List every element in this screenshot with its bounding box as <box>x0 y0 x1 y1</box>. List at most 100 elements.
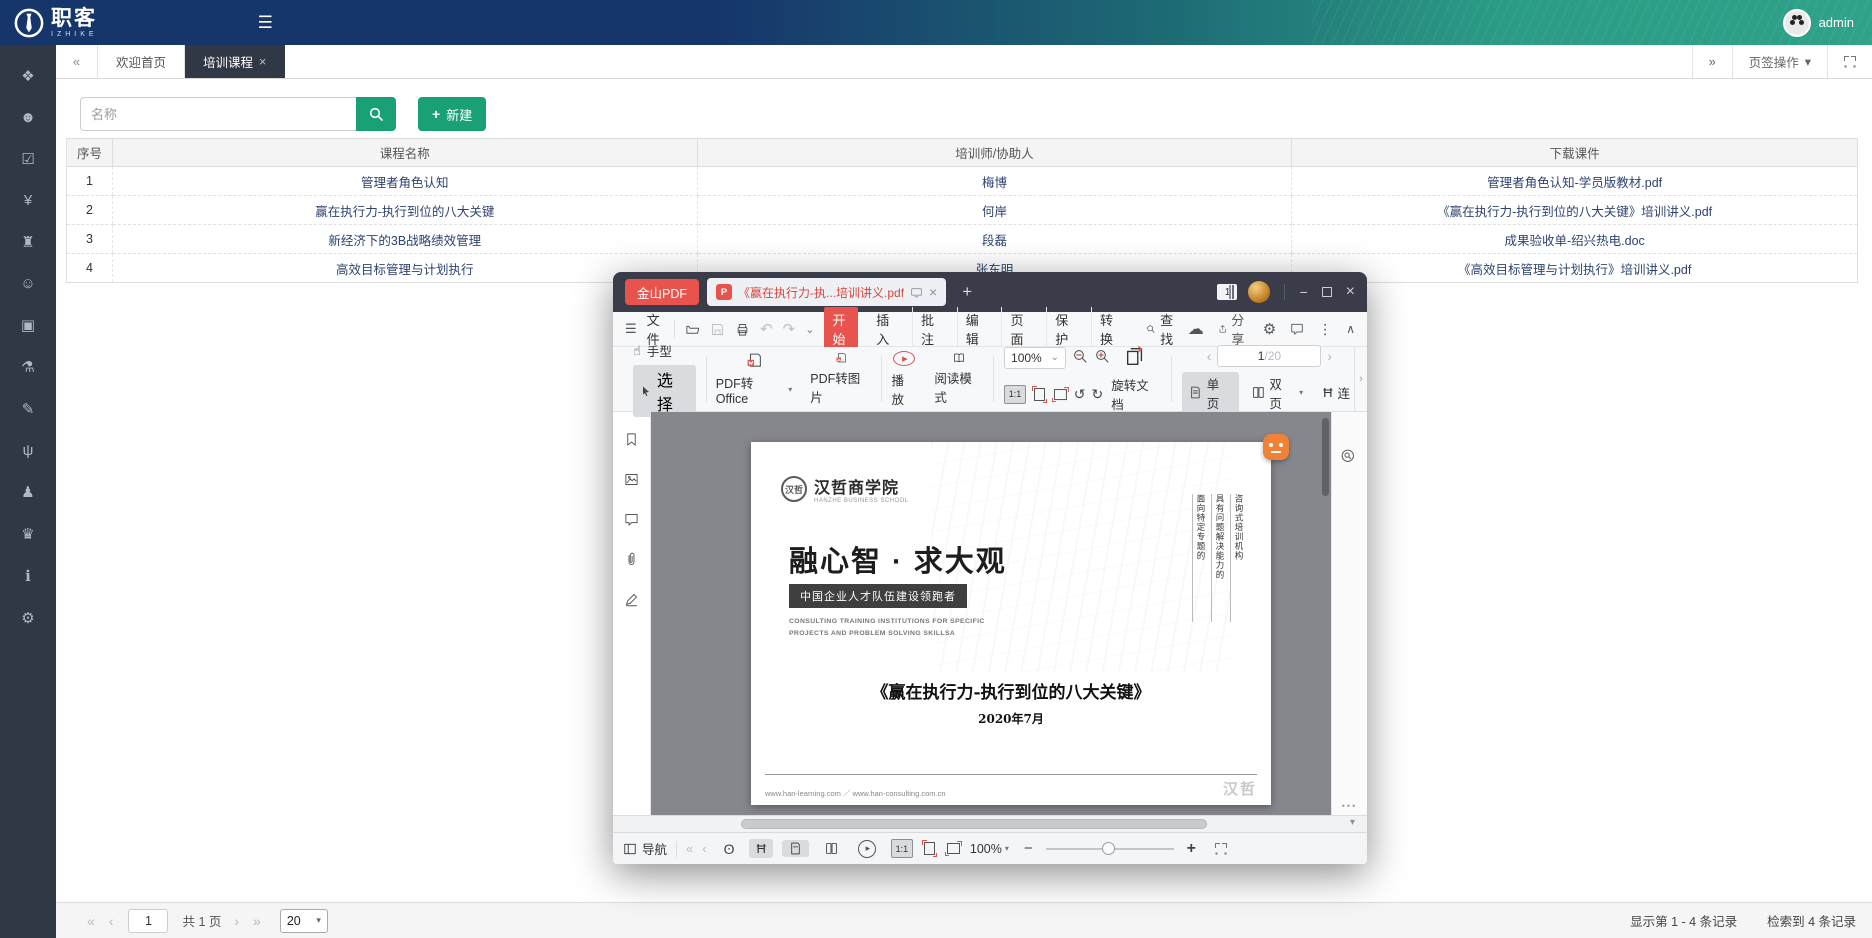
file-menu-icon[interactable]: ☰ <box>625 321 637 337</box>
maximize-icon[interactable] <box>1322 287 1332 297</box>
vertical-scrollbar-thumb[interactable] <box>1322 418 1329 496</box>
read-mode-button[interactable]: 阅读模式 <box>925 352 993 406</box>
select-tool[interactable]: 选择 <box>633 365 696 417</box>
name-search-input[interactable] <box>80 97 356 131</box>
minimize-icon[interactable]: − <box>1299 285 1307 299</box>
rotate-cw-icon[interactable]: ↻ <box>1092 386 1104 403</box>
pdf-title-bar[interactable]: 金山PDF P 《赢在执行力-执...培训讲义.pdf × + 1 − × <box>613 272 1367 312</box>
fit-width-button[interactable] <box>945 841 962 856</box>
single-page-button[interactable] <box>782 840 809 857</box>
zoom-slider-knob[interactable] <box>1102 842 1115 855</box>
continuous-layout-button[interactable]: Ħ <box>749 839 772 858</box>
table-row[interactable]: 1 管理者角色认知 梅博 管理者角色认知-学员版教材.pdf <box>67 167 1858 196</box>
hand-tool[interactable]: ☝ 手型 <box>633 341 696 360</box>
rotate-ccw-icon[interactable]: ↺ <box>1074 386 1086 403</box>
sidebar-item-members-icon[interactable]: ☻ <box>17 109 39 126</box>
user-avatar[interactable] <box>1783 9 1811 37</box>
double-page-mode[interactable]: 双页 ▾ <box>1245 372 1311 414</box>
pdf-document-tab[interactable]: P 《赢在执行力-执...培训讲义.pdf × <box>707 278 946 306</box>
course-name[interactable]: 管理者角色认知 <box>112 167 697 196</box>
fit-width-button[interactable] <box>1052 387 1069 402</box>
page-number-box[interactable]: 1 /20 <box>1217 345 1321 367</box>
play-button[interactable]: ▸ <box>858 840 876 858</box>
double-page-button[interactable] <box>818 840 845 857</box>
sidebar-item-briefcase-icon[interactable]: ▣ <box>17 316 39 334</box>
sidebar-item-settings-icon[interactable]: ⚙ <box>17 609 39 627</box>
sidebar-item-structure-icon[interactable]: ψ <box>17 442 39 459</box>
prev-page-icon[interactable]: ‹ <box>109 913 114 929</box>
continuous-mode[interactable]: Ħ 连 <box>1316 381 1357 404</box>
monitor-icon[interactable] <box>910 286 923 299</box>
single-page-mode[interactable]: 单页 <box>1182 372 1239 414</box>
zoom-in-button[interactable] <box>1094 348 1110 367</box>
comments-panel-icon[interactable] <box>624 512 639 527</box>
horizontal-scrollbar-thumb[interactable] <box>741 819 1207 829</box>
kingsoft-pdf-app-button[interactable]: 金山PDF <box>625 279 699 305</box>
settings-gear-icon[interactable]: ⚙ <box>1263 320 1276 338</box>
collapse-ribbon-icon[interactable]: ∧ <box>1346 322 1355 336</box>
undo-icon[interactable]: ↶ <box>760 320 773 338</box>
ribbon-tab-insert[interactable]: 插入 <box>868 307 902 351</box>
courseware-link[interactable]: 《赢在执行力-执行到位的八大关键》培训讲义.pdf <box>1292 196 1858 225</box>
sidebar-item-info-icon[interactable]: ℹ <box>17 567 39 585</box>
tab-close-icon[interactable]: × <box>259 55 266 69</box>
tab-training-courses[interactable]: 培训课程 × <box>185 45 285 78</box>
page-find-icon[interactable] <box>1340 448 1357 470</box>
courseware-link[interactable]: 成果验收单-绍兴热电.doc <box>1292 225 1858 254</box>
first-page-icon[interactable]: « <box>686 841 693 856</box>
zoom-level-select[interactable]: 100% ⌄ <box>1004 347 1066 369</box>
navigation-toggle[interactable]: 导航 <box>623 839 667 858</box>
new-tab-icon[interactable]: + <box>962 282 972 302</box>
close-window-icon[interactable]: × <box>1346 284 1355 300</box>
ribbon-tab-start[interactable]: 开始 <box>824 307 858 351</box>
table-row[interactable]: 3 新经济下的3B战略绩效管理 段磊 成果验收单-绍兴热电.doc <box>67 225 1858 254</box>
bookmark-icon[interactable] <box>624 432 639 447</box>
pdf-page[interactable]: 汉哲 汉哲商学院 HANZHE BUSINESS SCHOOL 咨询式培训机构 … <box>751 442 1271 805</box>
courseware-link[interactable]: 管理者角色认知-学员版教材.pdf <box>1292 167 1858 196</box>
attachment-icon[interactable] <box>624 552 639 567</box>
new-course-button[interactable]: + 新建 <box>418 97 486 131</box>
pdf-user-avatar[interactable] <box>1248 281 1270 303</box>
tab-operations-dropdown[interactable]: 页签操作 ▾ <box>1732 45 1827 78</box>
ribbon-scroll-more-icon[interactable]: › <box>1354 347 1367 411</box>
zoom-slider[interactable] <box>1046 848 1174 850</box>
search-button[interactable] <box>356 97 396 131</box>
sidebar-item-training-icon[interactable]: ✎ <box>17 400 39 418</box>
pdf-canvas[interactable]: 汉哲 汉哲商学院 HANZHE BUSINESS SCHOOL 咨询式培训机构 … <box>651 412 1331 815</box>
assistant-robot-button[interactable] <box>1263 434 1289 460</box>
next-page-icon[interactable]: › <box>1327 348 1332 364</box>
fullscreen-toggle[interactable] <box>1827 45 1872 78</box>
tabs-scroll-left-icon[interactable]: « <box>56 45 98 78</box>
sidebar-item-tasks-icon[interactable]: ☑ <box>17 150 39 168</box>
tab-welcome[interactable]: 欢迎首页 <box>98 45 185 78</box>
pdf-to-office-button[interactable]: PDF转Office ▾ <box>707 352 802 406</box>
first-page-icon[interactable]: « <box>87 913 95 929</box>
course-name[interactable]: 新经济下的3B战略绩效管理 <box>112 225 697 254</box>
collapse-small-icon[interactable]: ▾ <box>1350 817 1355 828</box>
rotate-pages-icon[interactable] <box>1124 345 1146 370</box>
signature-icon[interactable] <box>624 592 639 607</box>
sidebar-item-profile-icon[interactable]: ♟ <box>17 483 39 501</box>
zoom-level-select[interactable]: 100% ▾ <box>970 842 1009 856</box>
share-button[interactable]: 分享 <box>1218 310 1249 348</box>
ribbon-tab-annotate[interactable]: 批注 <box>912 307 947 351</box>
fullscreen-icon[interactable] <box>1215 843 1227 855</box>
courseware-link[interactable]: 《高效目标管理与计划执行》培训讲义.pdf <box>1292 254 1858 283</box>
fit-page-button[interactable] <box>1032 386 1047 403</box>
sidebar-item-organization-icon[interactable]: ♜ <box>17 233 39 251</box>
actual-size-button[interactable]: 1:1 <box>891 839 913 858</box>
next-page-icon[interactable]: › <box>234 913 239 929</box>
tabs-scroll-right-icon[interactable]: » <box>1692 45 1732 78</box>
hamburger-menu-icon[interactable]: ☰ <box>258 13 273 33</box>
zoom-in-icon[interactable]: + <box>1187 840 1196 858</box>
close-document-icon[interactable]: × <box>929 284 937 300</box>
prev-page-icon[interactable]: ‹ <box>702 841 706 856</box>
page-number-input[interactable] <box>128 909 168 933</box>
course-name[interactable]: 高效目标管理与计划执行 <box>112 254 697 283</box>
image-panel-icon[interactable] <box>624 472 639 487</box>
page-size-select[interactable]: 20 ▾ <box>280 909 328 933</box>
fit-page-button[interactable] <box>922 840 937 857</box>
ribbon-tab-edit[interactable]: 编辑 <box>957 307 992 351</box>
feedback-comment-icon[interactable] <box>1290 322 1304 336</box>
document-count-badge[interactable]: 1 <box>1217 284 1237 300</box>
